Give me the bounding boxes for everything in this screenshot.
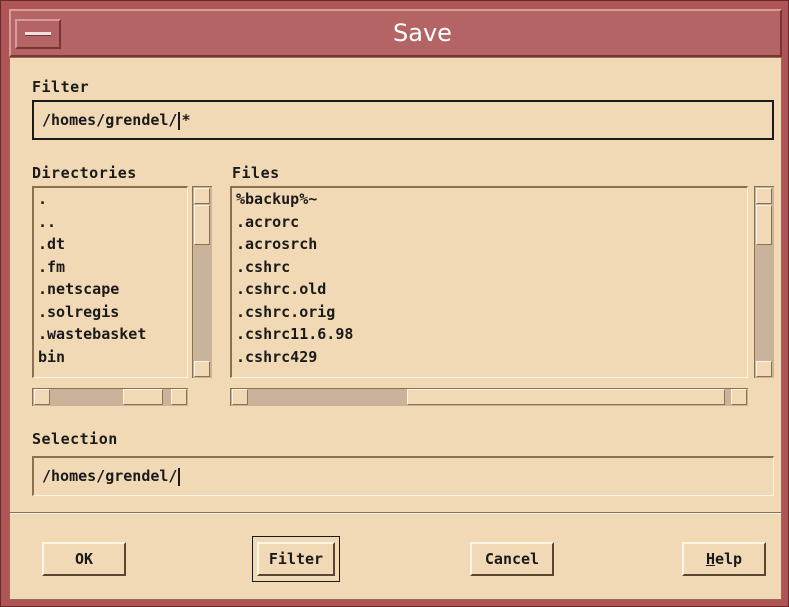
scrollbar-thumb[interactable] bbox=[123, 389, 163, 405]
selection-input[interactable]: /homes/grendel/ bbox=[32, 456, 774, 496]
save-dialog-window: Save Filter /homes/grendel/* Directories… bbox=[0, 0, 789, 607]
scroll-up-arrow-icon[interactable] bbox=[194, 188, 210, 204]
help-label-rest: elp bbox=[714, 550, 743, 568]
filter-label: Filter bbox=[32, 78, 90, 96]
filter-button[interactable]: Filter bbox=[257, 542, 335, 576]
directories-horizontal-scrollbar[interactable] bbox=[32, 388, 188, 406]
text-cursor bbox=[178, 467, 181, 486]
file-item[interactable]: .cshrc11.6.98 bbox=[232, 323, 747, 346]
directory-item[interactable]: .wastebasket bbox=[34, 323, 187, 346]
dialog-body: Filter /homes/grendel/* Directories . ..… bbox=[9, 57, 782, 600]
scroll-down-arrow-icon[interactable] bbox=[756, 361, 772, 377]
directory-item[interactable]: bin bbox=[34, 346, 187, 369]
filter-input[interactable]: /homes/grendel/* bbox=[32, 100, 774, 140]
directory-item[interactable]: .netscape bbox=[34, 278, 187, 301]
directories-label: Directories bbox=[32, 164, 137, 182]
file-item[interactable]: .cshrc bbox=[232, 256, 747, 279]
directories-list[interactable]: . .. .dt .fm .netscape .solregis .wasteb… bbox=[32, 186, 188, 378]
scrollbar-thumb[interactable] bbox=[407, 389, 725, 405]
file-item[interactable]: .acrorc bbox=[232, 211, 747, 234]
files-list[interactable]: %backup%~ .acrorc .acrosrch .cshrc .cshr… bbox=[230, 186, 748, 378]
button-area-separator bbox=[10, 512, 781, 514]
help-mnemonic: H bbox=[705, 550, 715, 568]
file-item[interactable]: .cshrc429 bbox=[232, 346, 747, 369]
file-item[interactable]: %backup%~ bbox=[232, 188, 747, 211]
files-horizontal-scrollbar[interactable] bbox=[230, 388, 748, 406]
selection-input-value: /homes/grendel/ bbox=[42, 467, 178, 485]
scroll-right-arrow-icon[interactable] bbox=[731, 389, 747, 405]
title-bar[interactable]: Save bbox=[9, 9, 782, 57]
window-menu-icon bbox=[25, 32, 51, 36]
directory-item[interactable]: .solregis bbox=[34, 301, 187, 324]
window-menu-button[interactable] bbox=[15, 19, 61, 49]
files-vertical-scrollbar[interactable] bbox=[754, 186, 774, 378]
directory-item[interactable]: .fm bbox=[34, 256, 187, 279]
scroll-left-arrow-icon[interactable] bbox=[232, 389, 248, 405]
help-button[interactable]: Help bbox=[682, 542, 766, 576]
filter-input-pattern: * bbox=[181, 111, 191, 129]
scrollbar-thumb[interactable] bbox=[756, 205, 772, 245]
scroll-up-arrow-icon[interactable] bbox=[756, 188, 772, 204]
file-item[interactable]: .cshrc.old bbox=[232, 278, 747, 301]
scroll-right-arrow-icon[interactable] bbox=[171, 389, 187, 405]
scroll-left-arrow-icon[interactable] bbox=[34, 389, 50, 405]
directory-item[interactable]: .. bbox=[34, 211, 187, 234]
cancel-button[interactable]: Cancel bbox=[470, 542, 554, 576]
directories-vertical-scrollbar[interactable] bbox=[192, 186, 212, 378]
directory-item[interactable]: .dt bbox=[34, 233, 187, 256]
filter-input-value: /homes/grendel/ bbox=[42, 111, 178, 129]
ok-button[interactable]: OK bbox=[42, 542, 126, 576]
file-item[interactable]: .acrosrch bbox=[232, 233, 747, 256]
files-label: Files bbox=[232, 164, 280, 182]
scrollbar-thumb[interactable] bbox=[194, 205, 210, 245]
selection-label: Selection bbox=[32, 430, 118, 448]
scroll-down-arrow-icon[interactable] bbox=[194, 361, 210, 377]
file-item[interactable]: .cshrc.orig bbox=[232, 301, 747, 324]
directory-item[interactable]: . bbox=[34, 188, 187, 211]
window-title: Save bbox=[393, 19, 452, 47]
